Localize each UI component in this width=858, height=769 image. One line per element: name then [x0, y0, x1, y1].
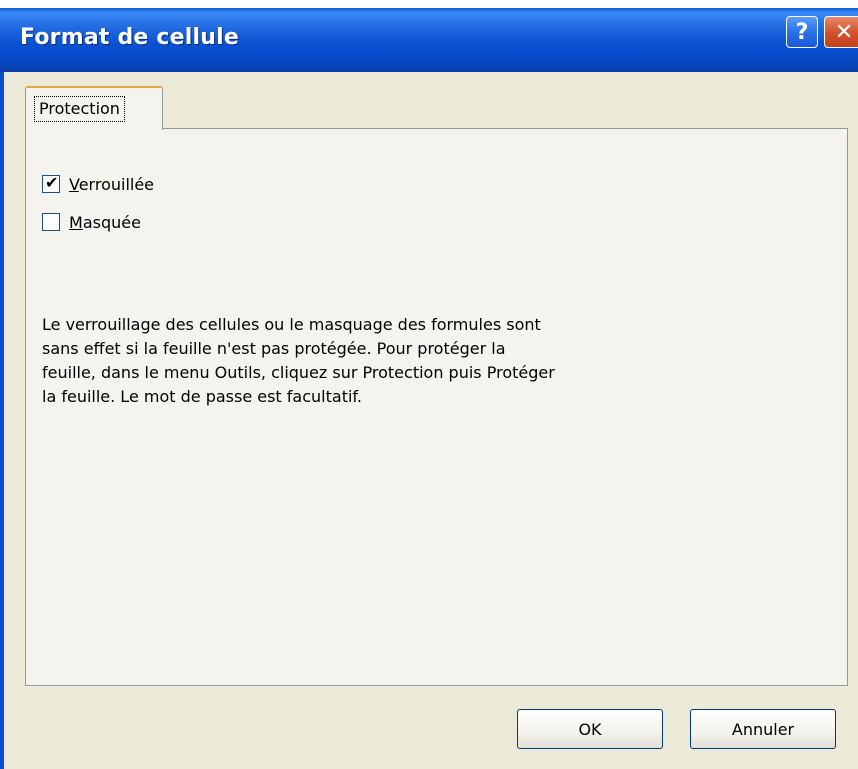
- info-line: la feuille. Le mot de passe est facultat…: [42, 387, 362, 406]
- locked-label[interactable]: Verrouillée: [69, 175, 154, 194]
- tab-protection[interactable]: Protection: [25, 86, 163, 130]
- close-button[interactable]: ✕: [824, 16, 858, 48]
- format-cells-dialog: Format de cellule ? ✕ Protection ✔ Verro…: [0, 8, 858, 769]
- help-icon: ?: [795, 19, 809, 45]
- dialog-title: Format de cellule: [20, 25, 239, 50]
- info-line: Le verrouillage des cellules ou le masqu…: [42, 315, 541, 334]
- title-bar[interactable]: Format de cellule ? ✕: [0, 8, 858, 72]
- close-icon: ✕: [834, 19, 854, 45]
- protection-info-text: Le verrouillage des cellules ou le masqu…: [42, 313, 722, 409]
- help-button[interactable]: ?: [786, 16, 818, 48]
- checkmark-icon: ✔: [45, 173, 59, 192]
- cancel-button[interactable]: Annuler: [690, 709, 836, 749]
- info-line: sans effet si la feuille n'est pas proté…: [42, 339, 506, 358]
- tab-panel-protection: ✔ Verrouillée Masquée Le verrouillage de…: [25, 128, 848, 686]
- info-line: feuille, dans le menu Outils, cliquez su…: [42, 363, 555, 382]
- hidden-option[interactable]: Masquée: [42, 210, 141, 234]
- hidden-label[interactable]: Masquée: [69, 213, 141, 232]
- background-page-strip: [0, 0, 858, 8]
- hidden-checkbox[interactable]: [42, 213, 60, 231]
- dialog-left-border: [0, 72, 4, 769]
- locked-option[interactable]: ✔ Verrouillée: [42, 172, 154, 196]
- tab-protection-label: Protection: [34, 96, 125, 122]
- locked-checkbox[interactable]: ✔: [42, 173, 60, 193]
- ok-button[interactable]: OK: [517, 709, 663, 749]
